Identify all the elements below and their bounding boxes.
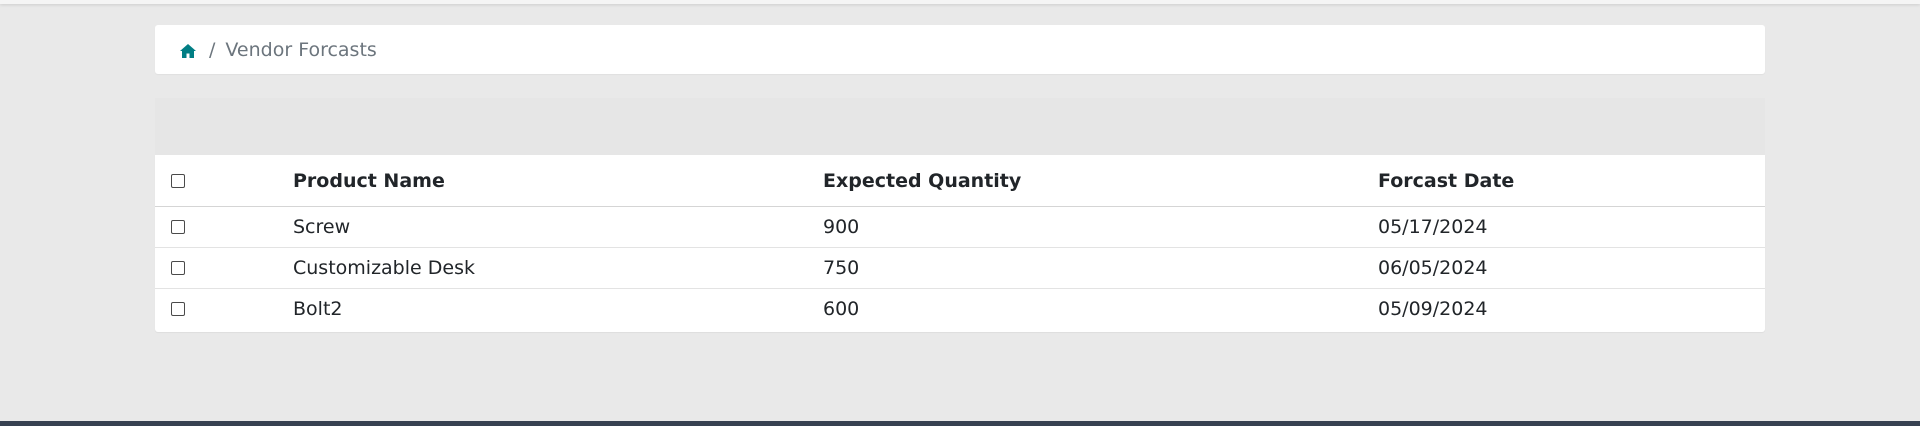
product-name-cell: Screw xyxy=(293,216,351,238)
bottom-bar xyxy=(0,421,1920,426)
row-checkbox[interactable] xyxy=(171,302,185,316)
expected-quantity-cell: 750 xyxy=(823,257,860,279)
expected-quantity-cell: 900 xyxy=(823,216,860,238)
column-header-expected-quantity[interactable]: Expected Quantity xyxy=(823,155,1021,206)
control-panel xyxy=(155,98,1765,156)
breadcrumb-separator: / xyxy=(209,38,216,61)
product-name-cell: Customizable Desk xyxy=(293,257,475,279)
column-header-product-name[interactable]: Product Name xyxy=(293,155,445,206)
breadcrumb-current: Vendor Forcasts xyxy=(225,38,377,61)
column-header-forcast-date[interactable]: Forcast Date xyxy=(1378,155,1514,206)
product-name-cell: Bolt2 xyxy=(293,298,343,320)
row-checkbox[interactable] xyxy=(171,261,185,275)
table-row[interactable]: Screw 900 05/17/2024 xyxy=(155,207,1765,248)
table-row[interactable]: Customizable Desk 750 06/05/2024 xyxy=(155,248,1765,289)
forcast-date-cell: 06/05/2024 xyxy=(1378,257,1488,279)
row-select-cell xyxy=(171,289,185,329)
page: / Vendor Forcasts Product Name Expected … xyxy=(0,0,1920,426)
table-row[interactable]: Bolt2 600 05/09/2024 xyxy=(155,289,1765,329)
top-navbar-edge xyxy=(0,0,1920,4)
row-select-cell xyxy=(171,207,185,247)
row-select-cell xyxy=(171,248,185,288)
forcast-date-cell: 05/17/2024 xyxy=(1378,216,1488,238)
list-table: Product Name Expected Quantity Forcast D… xyxy=(155,155,1765,332)
forcast-date-cell: 05/09/2024 xyxy=(1378,298,1488,320)
row-checkbox[interactable] xyxy=(171,220,185,234)
breadcrumb: / Vendor Forcasts xyxy=(155,25,1765,74)
home-icon[interactable] xyxy=(179,42,197,58)
select-all-cell xyxy=(171,155,185,206)
expected-quantity-cell: 600 xyxy=(823,298,860,320)
select-all-checkbox[interactable] xyxy=(171,173,185,188)
table-header-row: Product Name Expected Quantity Forcast D… xyxy=(155,155,1765,207)
